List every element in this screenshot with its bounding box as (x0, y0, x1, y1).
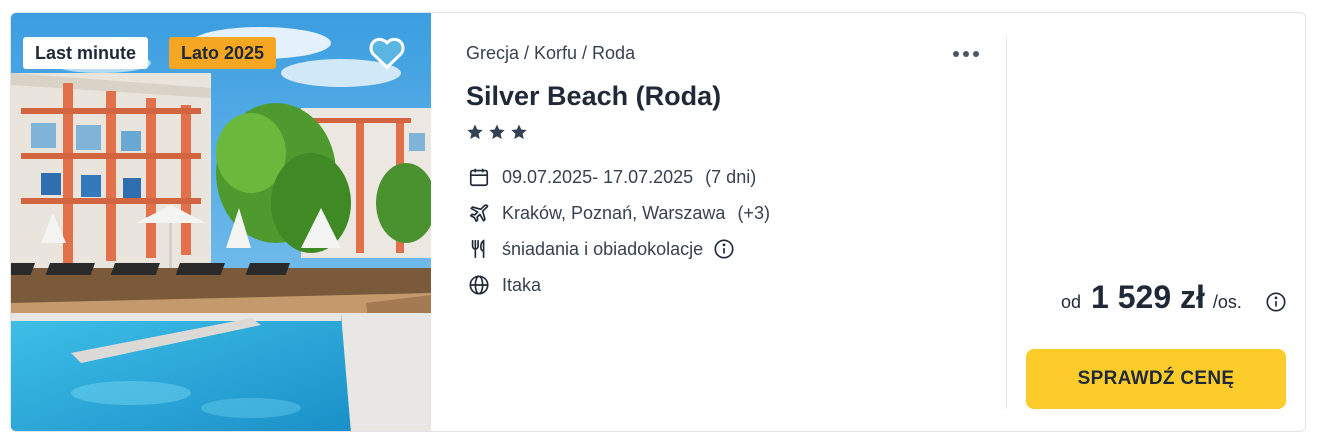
airports-row: Kraków, Poznań, Warszawa (+3) (466, 200, 770, 226)
hotel-photo-image (11, 13, 431, 431)
cutlery-icon (466, 236, 492, 262)
operator-row: Itaka (466, 272, 541, 298)
dates-text: 09.07.2025- 17.07.2025 (502, 166, 694, 187)
season-badge: Lato 2025 (169, 37, 277, 69)
price-prefix: od (1061, 292, 1082, 312)
globe-icon (466, 272, 492, 298)
heart-icon (369, 37, 405, 70)
more-icon (953, 51, 959, 57)
favorite-button[interactable] (367, 33, 407, 73)
calendar-icon (466, 164, 492, 190)
board-row: śniadania i obiadokolacje (466, 236, 735, 262)
star-icon (467, 124, 483, 140)
info-icon[interactable] (713, 238, 735, 260)
operator-text: Itaka (502, 274, 542, 295)
more-options-button[interactable] (946, 39, 986, 69)
dates-row: 09.07.2025- 17.07.2025 (7 dni) (466, 164, 756, 190)
divider (1006, 37, 1007, 409)
check-price-button[interactable]: SPRAWDŹ CENĘ (1026, 349, 1286, 409)
price-suffix: /os. (1212, 292, 1242, 312)
hotel-photo[interactable]: Last minute Lato 2025 (11, 13, 431, 431)
last-minute-badge: Last minute (23, 37, 149, 69)
offer-card[interactable]: Last minute Lato 2025 Grecja / Korfu / R… (10, 12, 1306, 432)
duration-text: (7 dni) (705, 166, 757, 187)
more-icon-dot (963, 51, 969, 57)
price: od 1 529 zł /os. (1061, 279, 1242, 316)
hotel-name[interactable]: Silver Beach (Roda) (466, 81, 721, 112)
price-value: 1 529 zł (1091, 279, 1205, 315)
star-icon (489, 124, 505, 140)
hotel-stars (466, 123, 528, 141)
plane-icon (466, 200, 492, 226)
more-icon-dot (973, 51, 979, 57)
airports-more[interactable]: (+3) (737, 203, 770, 224)
star-icon (511, 124, 527, 140)
board-text: śniadania i obiadokolacje (502, 238, 704, 259)
price-info-icon[interactable] (1265, 291, 1287, 318)
offer-info: Grecja / Korfu / Roda Silver Beach (Roda… (466, 13, 996, 431)
airports-text: Kraków, Poznań, Warszawa (502, 202, 726, 223)
breadcrumb[interactable]: Grecja / Korfu / Roda (466, 43, 635, 64)
